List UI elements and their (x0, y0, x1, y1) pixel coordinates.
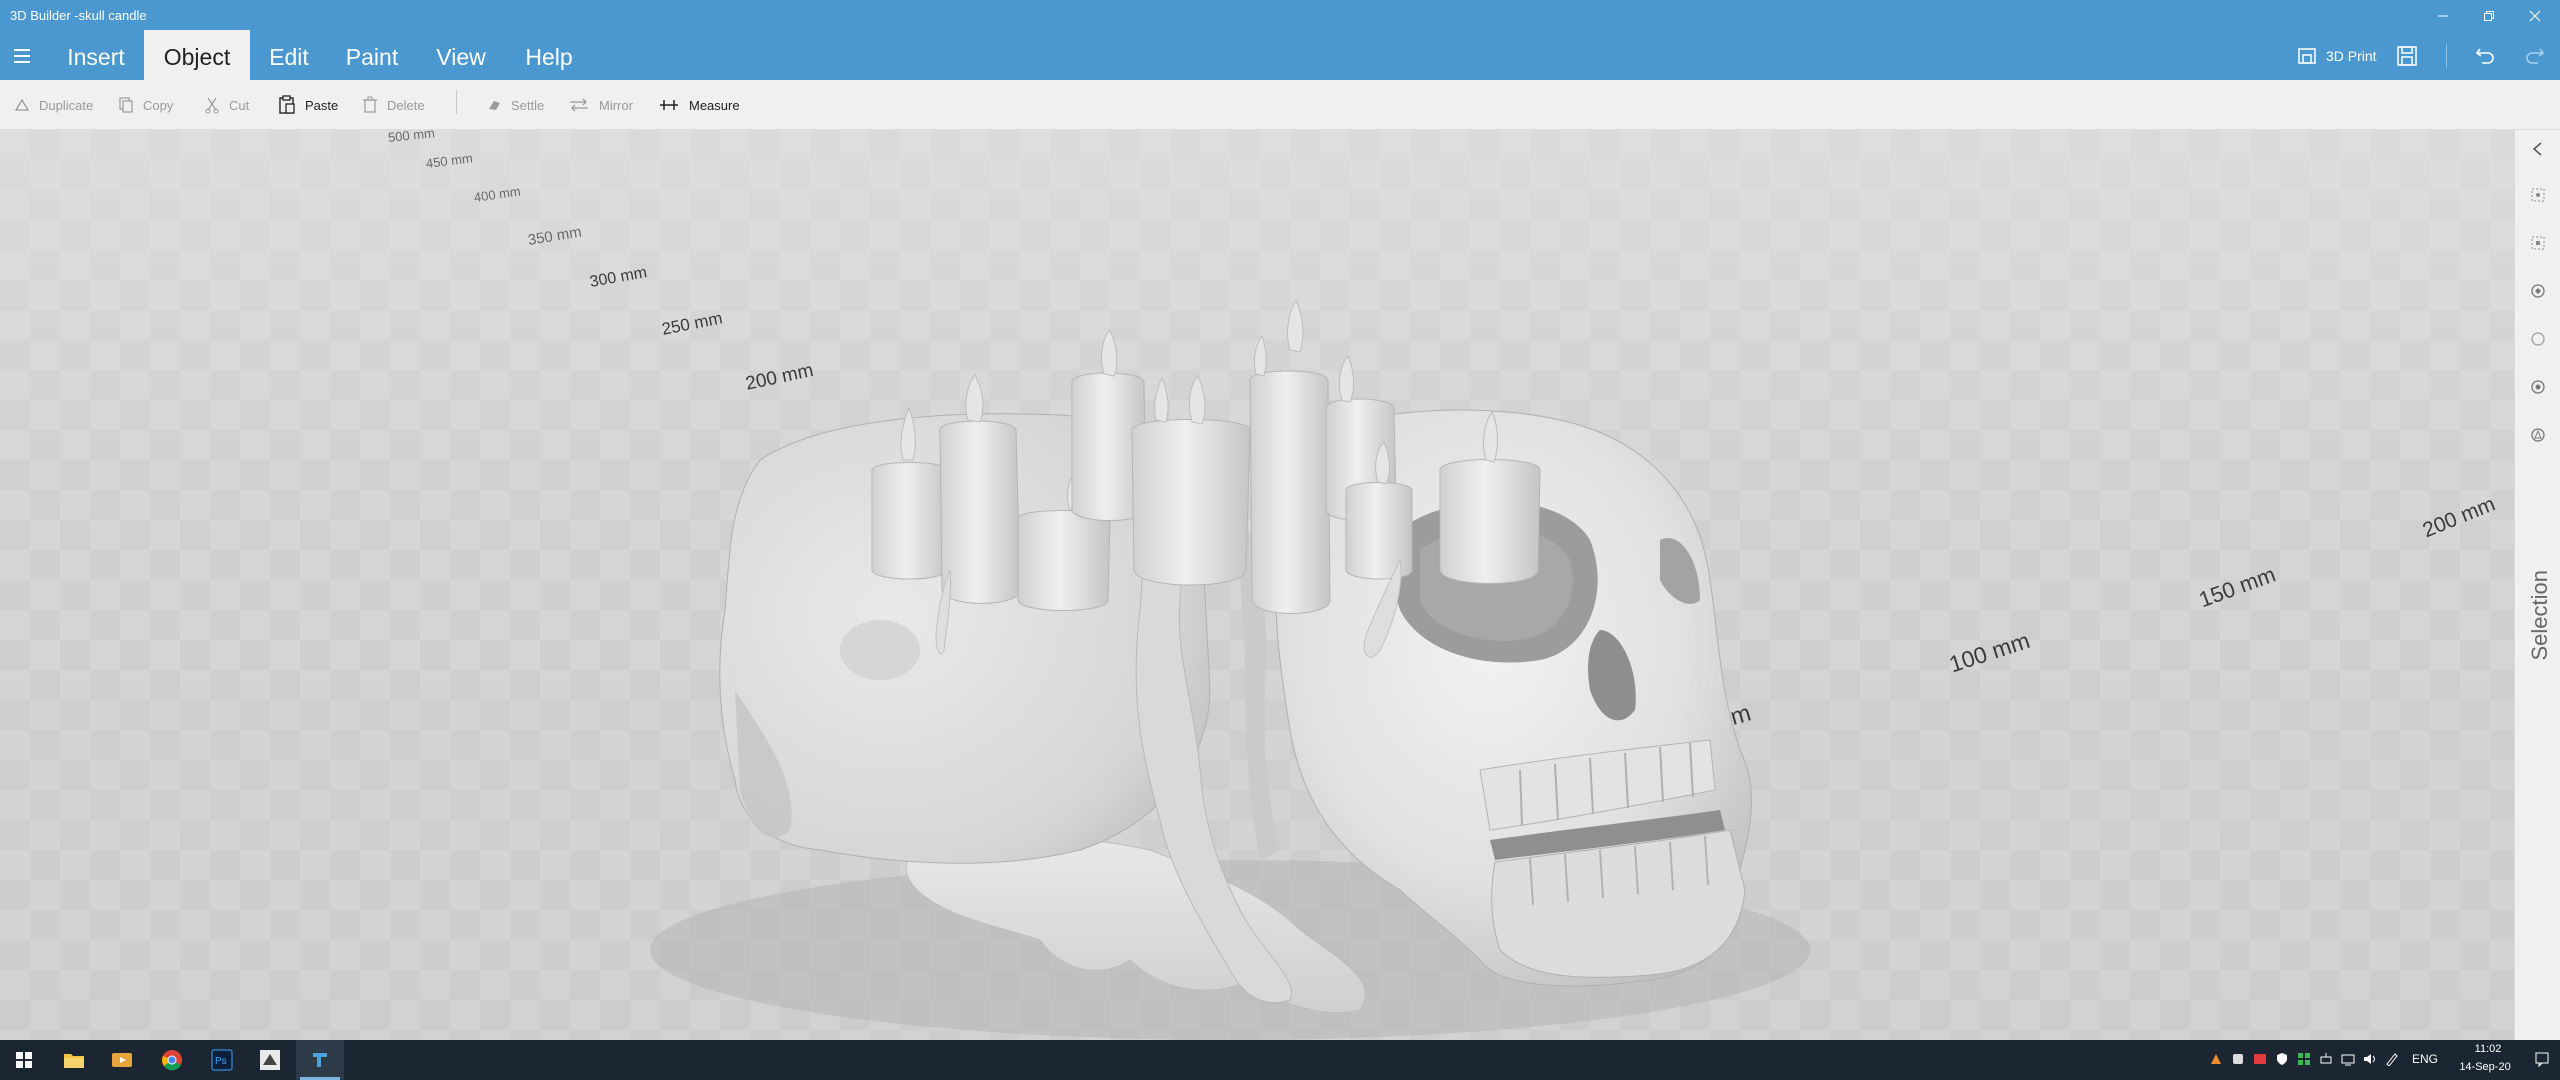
redo-button[interactable] (2524, 40, 2546, 72)
undo-icon (2475, 48, 2494, 64)
clock-date[interactable]: 14-Sep-20 (2448, 1061, 2522, 1073)
selection-panel-label[interactable]: Selection (2527, 570, 2553, 661)
photoshop-icon[interactable]: Ps (198, 1040, 246, 1080)
select-sphere-icon[interactable] (2529, 330, 2547, 348)
mirror-label: Mirror (599, 97, 633, 113)
pen-icon[interactable] (2384, 1051, 2400, 1067)
tray-shield-icon[interactable] (2274, 1051, 2290, 1067)
input-language[interactable]: ENG (2412, 1052, 2438, 1066)
copy-button[interactable]: Copy (118, 92, 173, 118)
tab-help[interactable]: Help (510, 30, 588, 80)
mirror-icon (570, 98, 588, 112)
mirror-button[interactable]: Mirror (568, 92, 633, 118)
duplicate-button[interactable]: Duplicate (14, 92, 93, 118)
copy-icon (119, 97, 133, 113)
save-button[interactable] (2396, 40, 2418, 72)
paste-label: Paste (305, 97, 339, 113)
select-objects-icon[interactable] (2529, 234, 2547, 252)
tab-edit[interactable]: Edit (256, 30, 322, 80)
cut-button[interactable]: Cut (204, 92, 249, 118)
notifications-icon[interactable] (2534, 1051, 2550, 1067)
select-all-icon[interactable] (2529, 186, 2547, 204)
undo-button[interactable] (2474, 40, 2496, 72)
command-bar-separator (456, 90, 457, 114)
measure-label: Measure (689, 97, 740, 113)
skull-candle-model[interactable] (0, 130, 2514, 1040)
volume-icon[interactable] (2362, 1051, 2378, 1067)
windows-start-icon[interactable] (0, 1040, 48, 1080)
tab-object[interactable]: Object (144, 30, 250, 80)
cut-label: Cut (229, 97, 250, 113)
paste-icon (279, 95, 295, 114)
tray-usb-icon[interactable] (2318, 1051, 2334, 1067)
command-bar: Duplicate Copy Cut Paste Delete Settle M… (0, 80, 2560, 130)
tab-view[interactable]: View (422, 30, 500, 80)
title-bar: 3D Builder -skull candle Insert Object E… (0, 0, 2560, 80)
tray-grid-icon[interactable] (2296, 1051, 2312, 1067)
paste-button[interactable]: Paste (278, 92, 338, 118)
delete-icon (363, 96, 377, 113)
3d-print-button[interactable]: 3D Print (2296, 40, 2377, 72)
save-icon (2397, 46, 2417, 66)
clock-time[interactable]: 11:02 (2456, 1043, 2520, 1055)
3d-print-label: 3D Print (2326, 48, 2377, 64)
settle-button[interactable]: Settle (486, 92, 544, 118)
tab-insert[interactable]: Insert (54, 30, 138, 80)
window-title: 3D Builder -skull candle (10, 8, 147, 23)
minimize-icon[interactable] (2420, 2, 2466, 30)
cut-icon (205, 97, 219, 114)
svg-text:Ps: Ps (215, 1056, 227, 1067)
select-brush-icon[interactable] (2529, 426, 2547, 444)
settle-icon (489, 101, 500, 110)
hamburger-menu-icon[interactable] (8, 42, 36, 70)
network-icon[interactable] (2340, 1051, 2356, 1067)
close-icon[interactable] (2512, 2, 2558, 30)
taskbar: Ps ENG 11:02 14-Sep-20 (0, 1040, 2560, 1080)
copy-label: Copy (143, 97, 174, 113)
media-player-icon[interactable] (98, 1040, 146, 1080)
select-lasso-icon[interactable] (2529, 378, 2547, 396)
delete-button[interactable]: Delete (362, 92, 425, 118)
delete-label: Delete (387, 97, 425, 113)
tab-paint[interactable]: Paint (332, 30, 412, 80)
3d-builder-icon[interactable] (296, 1040, 344, 1080)
collapse-panel-icon[interactable] (2529, 140, 2547, 158)
tray-device-icon[interactable] (2230, 1051, 2246, 1067)
select-faces-icon[interactable] (2529, 282, 2547, 300)
tray-security-icon[interactable] (2252, 1051, 2268, 1067)
right-panel: Selection (2514, 130, 2560, 1040)
measure-icon (660, 100, 678, 110)
restore-icon[interactable] (2466, 2, 2512, 30)
chrome-icon[interactable] (148, 1040, 196, 1080)
settle-label: Settle (511, 97, 545, 113)
3d-viewport[interactable]: 500 mm 450 mm 400 mm 350 mm 300 mm 250 m… (0, 130, 2514, 1040)
header-separator (2446, 44, 2447, 68)
measure-button[interactable]: Measure (658, 92, 740, 118)
redo-icon (2526, 48, 2545, 64)
cad-app-icon[interactable] (246, 1040, 294, 1080)
duplicate-label: Duplicate (39, 97, 94, 113)
printer-icon (2298, 48, 2316, 64)
duplicate-icon (14, 98, 30, 111)
tray-app-icon[interactable] (2208, 1051, 2224, 1067)
file-explorer-icon[interactable] (50, 1040, 98, 1080)
